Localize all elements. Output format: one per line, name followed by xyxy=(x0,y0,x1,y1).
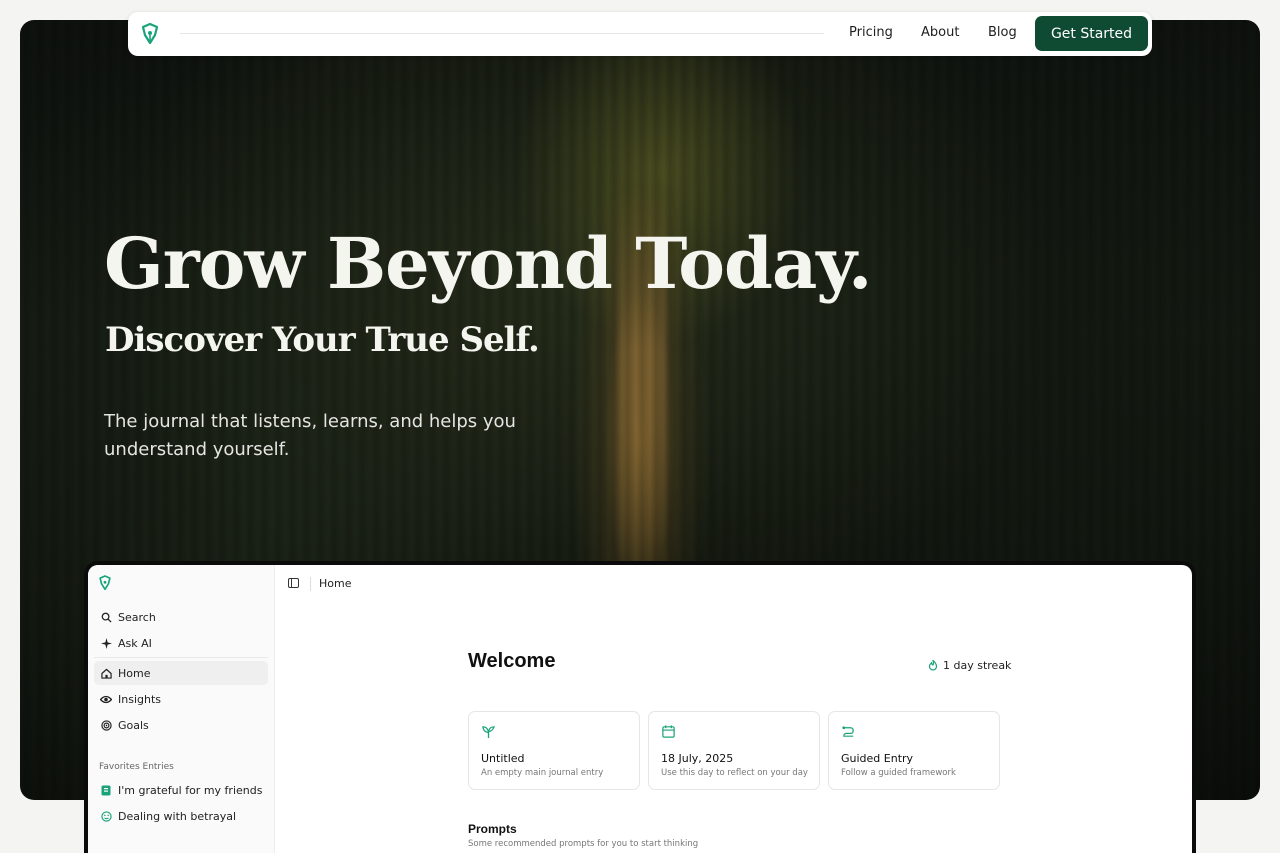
breadcrumb[interactable]: Home xyxy=(319,577,351,590)
favorite-entry[interactable]: Dealing with betrayal xyxy=(94,804,268,828)
nav-link-pricing[interactable]: Pricing xyxy=(849,25,893,40)
smile-icon xyxy=(100,810,112,822)
topbar-divider xyxy=(310,577,311,591)
sparkle-icon xyxy=(100,637,112,649)
card-subtitle: Use this day to reflect on your day xyxy=(661,768,808,778)
guided-entry-card[interactable]: Guided Entry Follow a guided framework xyxy=(828,711,1000,790)
app-sidebar: Search Ask AI Home Insights Goals Favori… xyxy=(88,565,275,853)
sidebar-toggle-icon[interactable] xyxy=(288,578,299,588)
sidebar-item-label: Home xyxy=(118,666,151,680)
card-subtitle: An empty main journal entry xyxy=(481,768,604,778)
new-entry-card[interactable]: Untitled An empty main journal entry xyxy=(468,711,640,790)
nav-link-blog[interactable]: Blog xyxy=(988,25,1017,40)
flame-icon xyxy=(928,660,938,671)
pen-nib-logo-icon[interactable] xyxy=(98,575,112,591)
search-icon xyxy=(100,611,112,623)
app-preview-window: Search Ask AI Home Insights Goals Favori… xyxy=(84,561,1196,853)
favorite-entry[interactable]: I'm grateful for my friends xyxy=(94,778,268,802)
top-navbar: Pricing About Blog Get Started xyxy=(128,12,1152,56)
hero-description: The journal that listens, learns, and he… xyxy=(104,411,516,460)
hero-headline: Grow Beyond Today. xyxy=(104,222,872,305)
sidebar-item-search[interactable]: Search xyxy=(94,605,268,629)
app-topbar: Home xyxy=(275,565,1192,603)
favorites-heading: Favorites Entries xyxy=(99,762,174,772)
streak-badge: 1 day streak xyxy=(928,659,1011,672)
nav-link-about[interactable]: About xyxy=(921,25,959,40)
card-title: Untitled xyxy=(481,752,525,765)
hero-subheadline: Discover Your True Self. xyxy=(105,320,540,360)
sidebar-item-home[interactable]: Home xyxy=(94,661,268,685)
streak-text: 1 day streak xyxy=(943,659,1012,672)
sidebar-item-label: Search xyxy=(118,610,156,624)
prompts-heading: Prompts xyxy=(468,822,517,836)
sidebar-item-label: Insights xyxy=(118,692,162,706)
get-started-button[interactable]: Get Started xyxy=(1035,16,1148,51)
sidebar-item-goals[interactable]: Goals xyxy=(94,713,268,737)
nav-divider xyxy=(180,33,824,34)
card-title: Guided Entry xyxy=(841,752,914,765)
calendar-icon xyxy=(662,725,675,738)
sidebar-item-label: Ask AI xyxy=(118,636,152,650)
prompts-subtitle: Some recommended prompts for you to star… xyxy=(468,839,699,849)
home-icon xyxy=(100,667,112,679)
card-title: 18 July, 2025 xyxy=(661,752,734,765)
route-icon xyxy=(842,726,854,737)
target-icon xyxy=(100,719,112,731)
daily-entry-card[interactable]: 18 July, 2025 Use this day to reflect on… xyxy=(648,711,820,790)
card-subtitle: Follow a guided framework xyxy=(841,768,956,778)
journal-icon xyxy=(100,784,112,796)
sprout-icon xyxy=(482,726,496,739)
sidebar-item-label: Goals xyxy=(118,718,149,732)
page-title: Welcome xyxy=(468,650,556,672)
eye-icon xyxy=(100,693,112,705)
sidebar-item-label: Dealing with betrayal xyxy=(118,809,237,823)
sidebar-divider xyxy=(94,657,268,658)
sidebar-item-label: I'm grateful for my friends xyxy=(118,783,263,797)
pen-nib-logo-icon[interactable] xyxy=(140,23,160,45)
sidebar-item-ask-ai[interactable]: Ask AI xyxy=(94,631,268,655)
sidebar-item-insights[interactable]: Insights xyxy=(94,687,268,711)
